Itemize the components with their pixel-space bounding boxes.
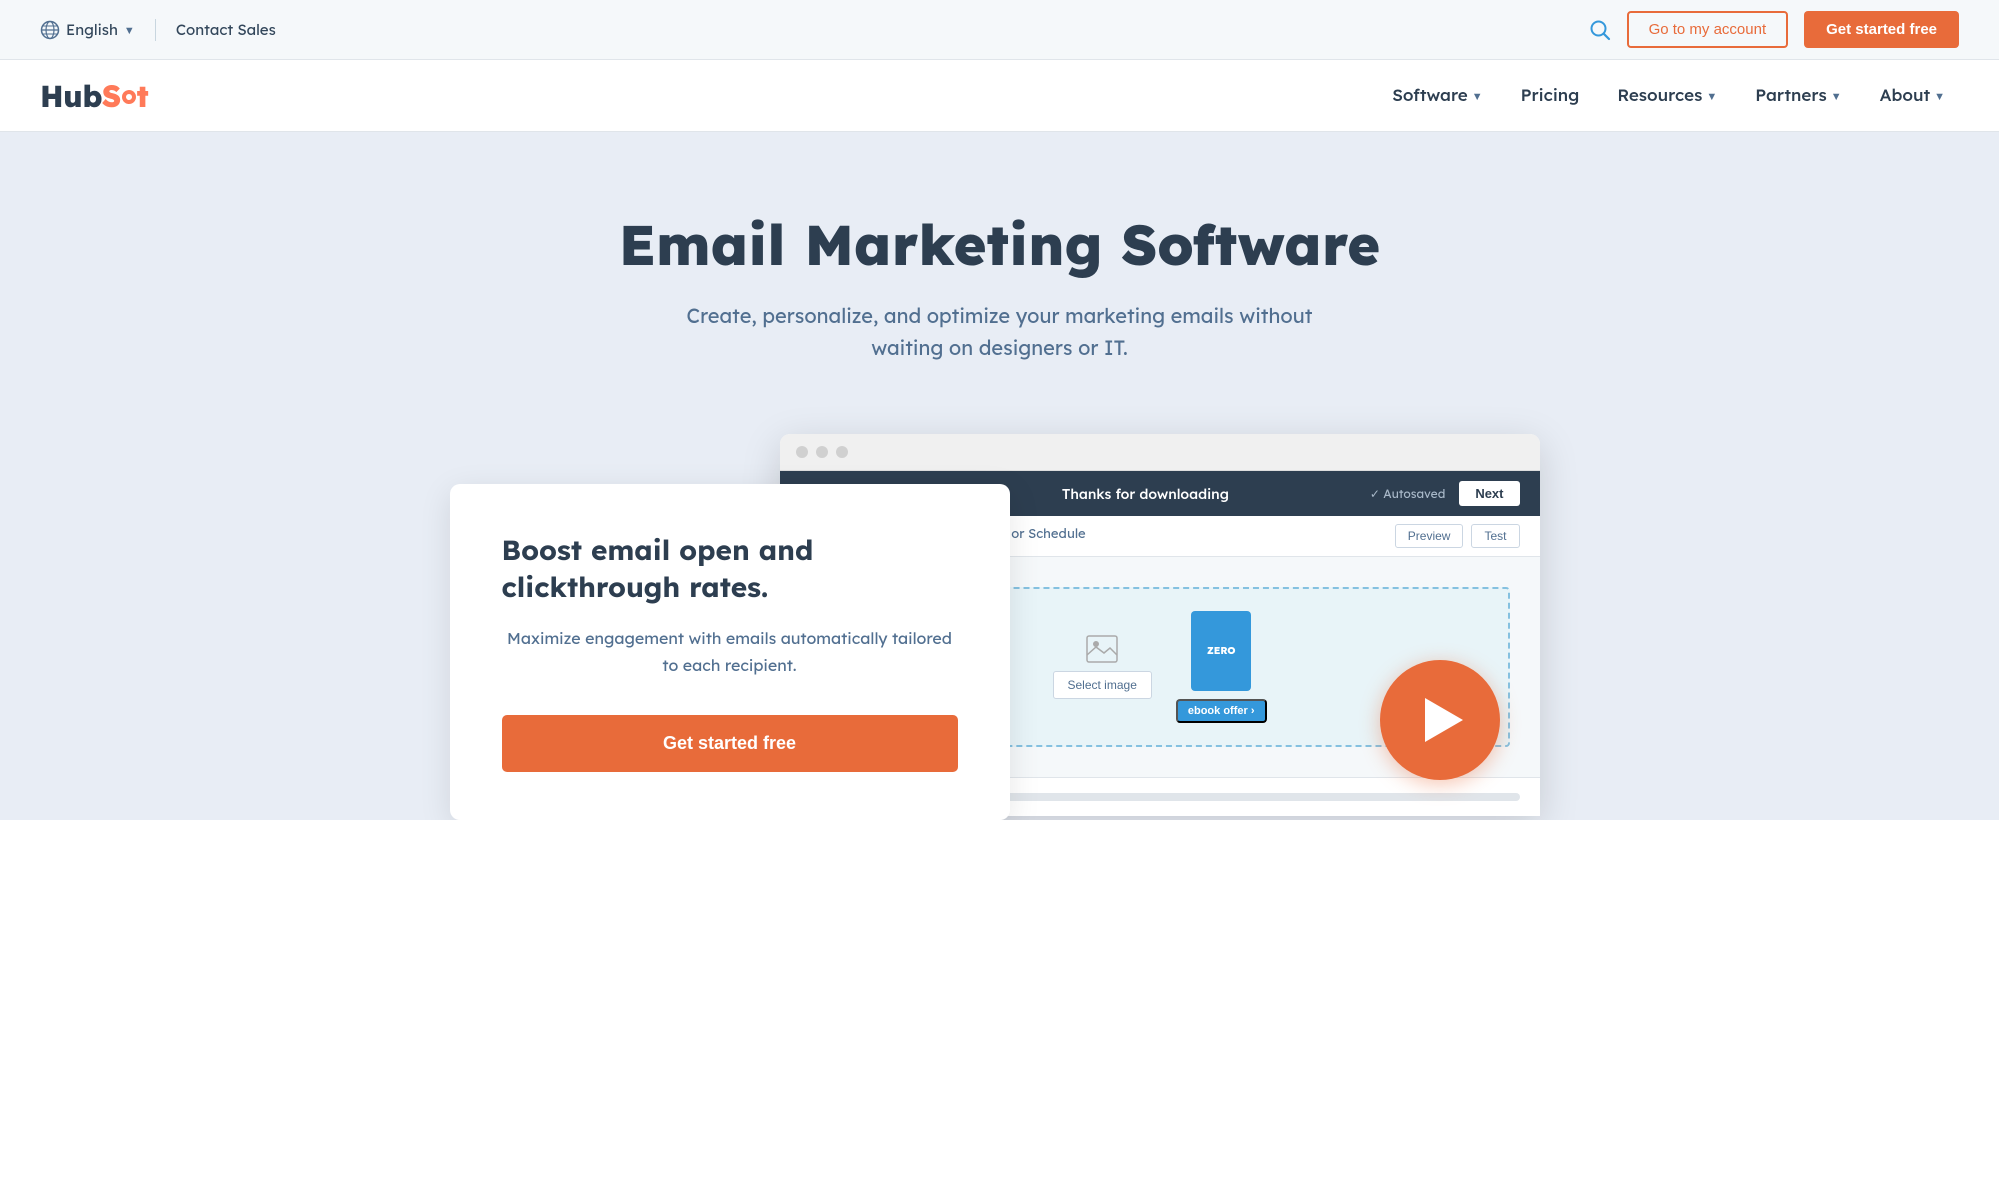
nav-item-about[interactable]: About ▼ bbox=[1866, 77, 1959, 114]
nav-item-pricing[interactable]: Pricing bbox=[1507, 77, 1594, 114]
nav-bar: HubSt Software ▼ Pricing Resources ▼ Par… bbox=[0, 60, 1999, 132]
feature-card-description: Maximize engagement with emails automati… bbox=[502, 625, 958, 679]
browser-dot-2 bbox=[816, 446, 828, 458]
software-chevron-icon: ▼ bbox=[1472, 89, 1483, 103]
partners-chevron-icon: ▼ bbox=[1831, 89, 1842, 103]
top-bar: English ▼ Contact Sales Go to my account… bbox=[0, 0, 1999, 60]
ebook-offer-badge[interactable]: ebook offer › bbox=[1176, 699, 1267, 723]
nav-item-partners[interactable]: Partners ▼ bbox=[1741, 77, 1855, 114]
image-placeholder-icon bbox=[1086, 635, 1118, 663]
hero-bottom-area: Boost email open and clickthrough rates.… bbox=[450, 424, 1550, 820]
top-bar-right: Go to my account Get started free bbox=[1589, 11, 1959, 48]
email-editor-title: Thanks for downloading bbox=[1062, 485, 1229, 503]
browser-chrome bbox=[780, 434, 1540, 471]
globe-icon bbox=[40, 20, 60, 40]
browser-dot-3 bbox=[836, 446, 848, 458]
ebook-area: ZERO ebook offer › bbox=[1176, 611, 1267, 723]
resources-chevron-icon: ▼ bbox=[1706, 89, 1717, 103]
language-label: English bbox=[66, 20, 118, 39]
feature-card-title: Boost email open and clickthrough rates. bbox=[502, 532, 958, 605]
top-bar-left: English ▼ Contact Sales bbox=[40, 19, 276, 41]
feature-card: Boost email open and clickthrough rates.… bbox=[450, 484, 1010, 820]
autosaved-status: ✓ Autosaved bbox=[1370, 486, 1445, 501]
browser-dot-1 bbox=[796, 446, 808, 458]
top-bar-divider bbox=[155, 19, 156, 41]
get-started-card-button[interactable]: Get started free bbox=[502, 715, 958, 772]
test-button[interactable]: Test bbox=[1471, 524, 1519, 548]
search-button[interactable] bbox=[1589, 19, 1611, 41]
hero-subtitle: Create, personalize, and optimize your m… bbox=[660, 300, 1340, 364]
get-started-top-button[interactable]: Get started free bbox=[1804, 11, 1959, 48]
go-to-account-button[interactable]: Go to my account bbox=[1627, 11, 1789, 48]
next-button[interactable]: Next bbox=[1459, 481, 1519, 506]
nav-partners-label: Partners bbox=[1755, 85, 1827, 106]
editor-preview-buttons: Preview Test bbox=[1395, 516, 1520, 556]
play-icon bbox=[1425, 698, 1463, 742]
nav-resources-label: Resources bbox=[1617, 85, 1702, 106]
nav-software-label: Software bbox=[1392, 85, 1467, 106]
email-block-inner: Select image ZERO ebook offer › bbox=[1053, 611, 1267, 723]
ebook-cover: ZERO bbox=[1191, 611, 1251, 691]
nav-about-label: About bbox=[1880, 85, 1930, 106]
language-selector[interactable]: English ▼ bbox=[40, 20, 135, 40]
tab-spacer bbox=[1106, 516, 1395, 556]
hero-title: Email Marketing Software bbox=[40, 212, 1959, 276]
nav-item-resources[interactable]: Resources ▼ bbox=[1603, 77, 1731, 114]
logo[interactable]: HubSt bbox=[40, 77, 148, 115]
select-image-area: Select image bbox=[1053, 635, 1152, 699]
search-icon bbox=[1589, 19, 1611, 41]
select-image-button[interactable]: Select image bbox=[1053, 671, 1152, 699]
email-editor-actions: ✓ Autosaved Next bbox=[1370, 481, 1520, 506]
language-chevron-icon: ▼ bbox=[124, 23, 135, 37]
logo-text: HubSt bbox=[40, 77, 148, 115]
preview-button[interactable]: Preview bbox=[1395, 524, 1464, 548]
contact-sales-link[interactable]: Contact Sales bbox=[176, 20, 276, 39]
nav-item-software[interactable]: Software ▼ bbox=[1378, 77, 1496, 114]
about-chevron-icon: ▼ bbox=[1934, 89, 1945, 103]
nav-pricing-label: Pricing bbox=[1521, 85, 1580, 106]
hero-section: Email Marketing Software Create, persona… bbox=[0, 132, 1999, 820]
play-video-button[interactable] bbox=[1380, 660, 1500, 780]
nav-links: Software ▼ Pricing Resources ▼ Partners … bbox=[1378, 77, 1959, 114]
